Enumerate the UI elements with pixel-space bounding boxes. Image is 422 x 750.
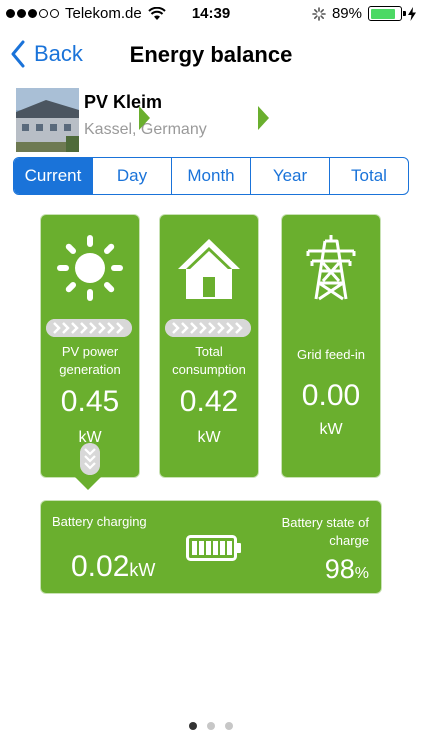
flow-indicator bbox=[165, 319, 251, 337]
battery-soc-label: Battery state of charge bbox=[281, 515, 369, 548]
flow-arrow-right bbox=[139, 106, 150, 130]
total-consumption-value: 0.42 bbox=[179, 385, 239, 418]
grid-feed-in-value: 0.00 bbox=[301, 379, 361, 412]
battery-icon bbox=[368, 6, 406, 21]
tab-total[interactable]: Total bbox=[329, 158, 408, 194]
activity-spinner-icon bbox=[312, 6, 326, 21]
total-consumption-unit: kW bbox=[197, 429, 221, 446]
battery-full-icon bbox=[186, 535, 241, 561]
page-dot[interactable] bbox=[225, 722, 233, 730]
sun-icon bbox=[57, 235, 123, 301]
grid-feed-in-card[interactable]: Grid feed-in 0.00 kW bbox=[282, 215, 380, 477]
battery-charging-unit: kW bbox=[129, 560, 156, 580]
battery-soc-unit: % bbox=[354, 565, 369, 582]
total-consumption-label: Total consumption bbox=[172, 344, 246, 377]
tab-current[interactable]: Current bbox=[14, 158, 92, 194]
page-dot[interactable] bbox=[189, 722, 197, 730]
pv-generation-label: PV power generation bbox=[59, 344, 121, 377]
house-icon bbox=[178, 239, 240, 299]
flow-arrow-down bbox=[75, 477, 101, 490]
charging-bolt-icon bbox=[408, 6, 416, 21]
status-bar: Telekom.de 14:39 89% bbox=[0, 0, 422, 28]
plant-name: PV Kleim bbox=[84, 92, 163, 112]
battery-soc-value: 98% bbox=[324, 554, 369, 584]
grid-feed-in-unit: kW bbox=[319, 421, 343, 438]
battery-percentage: 89% bbox=[331, 5, 362, 22]
pv-generation-value: 0.45 bbox=[60, 385, 120, 418]
grid-feed-in-label: Grid feed-in bbox=[297, 347, 365, 362]
page-dot[interactable] bbox=[207, 722, 215, 730]
plant-header: PV Kleim Kassel, Germany bbox=[16, 88, 416, 152]
page-indicator[interactable] bbox=[0, 722, 422, 730]
flow-indicator bbox=[46, 319, 132, 337]
power-pylon-icon bbox=[306, 235, 356, 301]
tab-day[interactable]: Day bbox=[92, 158, 171, 194]
battery-charging-label: Battery charging bbox=[52, 514, 147, 529]
page-title: Energy balance bbox=[129, 42, 293, 67]
flow-down-indicator bbox=[80, 443, 100, 475]
battery-panel[interactable]: Battery charging 0.02kW Battery state of… bbox=[41, 501, 381, 593]
pv-generation-card[interactable]: PV power generation 0.45 kW bbox=[41, 215, 139, 477]
battery-charging-value: 0.02kW bbox=[71, 550, 156, 583]
tab-year[interactable]: Year bbox=[250, 158, 329, 194]
plant-photo bbox=[16, 88, 79, 152]
flow-arrow-right bbox=[258, 106, 269, 130]
period-segmented-control: Current Day Month Year Total bbox=[13, 157, 409, 195]
tab-month[interactable]: Month bbox=[171, 158, 250, 194]
navigation-bar: Back Energy balance bbox=[0, 28, 422, 84]
total-consumption-card[interactable]: Total consumption 0.42 kW bbox=[160, 215, 258, 477]
